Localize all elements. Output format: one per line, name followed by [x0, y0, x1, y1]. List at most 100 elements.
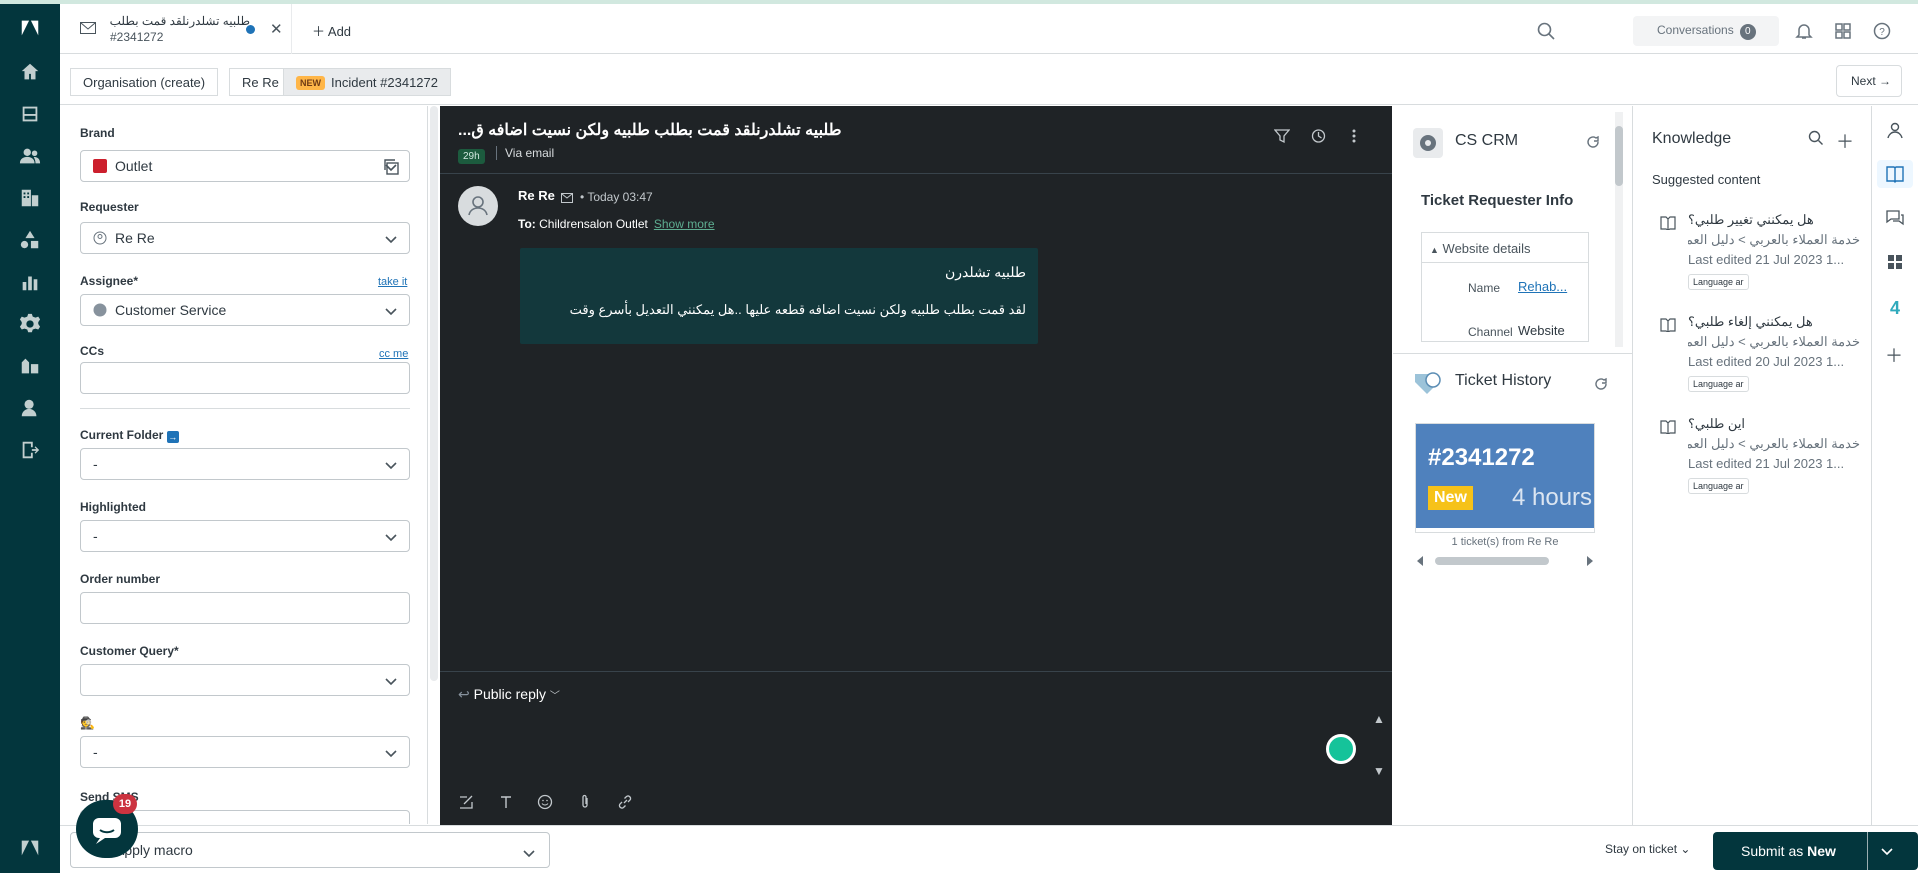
take-it-link[interactable]: take it — [378, 276, 407, 288]
message-line-2: لقد قمت بطلب طلبيه ولكن نسيت اضافه قطعه … — [569, 302, 1026, 317]
integration-4-icon[interactable]: 4 — [1885, 298, 1905, 318]
history-h-scrollbar[interactable] — [1415, 554, 1595, 568]
highlighted-select[interactable]: - — [80, 520, 410, 552]
chevron-down-icon — [385, 745, 397, 761]
refresh-history-icon[interactable] — [1593, 376, 1609, 395]
add-app-icon[interactable]: ＋ — [1885, 342, 1905, 366]
search-icon[interactable] — [1537, 22, 1555, 40]
email-icon — [561, 191, 573, 206]
history-ticket-status: New — [1428, 486, 1473, 510]
chat-icon[interactable] — [1885, 208, 1905, 228]
person-icon — [93, 231, 107, 248]
left-panel-scrollbar[interactable] — [430, 106, 438, 681]
next-button[interactable]: Next → — [1836, 65, 1902, 97]
home-icon[interactable] — [18, 60, 42, 84]
order-number-input[interactable] — [80, 592, 410, 624]
copy-icon[interactable] — [382, 158, 400, 179]
custom-field-select[interactable]: - — [80, 736, 410, 768]
add-tab-button[interactable]: ＋ Add — [312, 21, 351, 40]
ticket-subject: طلبيه تشلدرنلقد قمت بطلب طلبيه ولكن نسيت… — [458, 122, 842, 139]
scroll-down-icon[interactable]: ▼ — [1373, 764, 1385, 778]
submit-options-chevron-icon[interactable] — [1881, 843, 1893, 859]
submit-button[interactable]: Submit as New — [1713, 832, 1918, 870]
breadcrumb-organisation[interactable]: Organisation (create) — [70, 68, 219, 96]
chevron-down-icon — [385, 303, 397, 319]
brand-label: Brand — [80, 126, 115, 140]
show-more-link[interactable]: Show more — [654, 217, 715, 231]
crm-scrollbar[interactable] — [1615, 112, 1623, 347]
breadcrumb-bar: Organisation (create) Re Re NEW Incident … — [60, 55, 1918, 105]
history-footer: 1 ticket(s) from Re Re — [1451, 536, 1559, 548]
customers-icon[interactable] — [18, 144, 42, 168]
refresh-icon[interactable] — [1585, 134, 1601, 153]
bell-icon[interactable] — [1795, 22, 1813, 40]
apps-shapes-icon[interactable] — [18, 228, 42, 252]
reporting-icon[interactable] — [18, 270, 42, 294]
history-ticket-age: 4 hours — [1512, 484, 1593, 511]
scroll-up-icon[interactable]: ▲ — [1373, 712, 1385, 726]
brand-select[interactable]: Outlet — [80, 150, 410, 182]
ticket-properties-panel: Brand Outlet Requester Re Re Assignee* t… — [60, 106, 428, 824]
current-folder-select[interactable]: - — [80, 448, 410, 480]
more-options-icon[interactable] — [1346, 128, 1362, 147]
language-tag: Language ar — [1688, 376, 1749, 392]
article-icon — [1660, 318, 1676, 335]
mail-icon — [80, 22, 96, 37]
zendesk-product-icon[interactable] — [18, 836, 42, 860]
website-details-toggle[interactable]: ▲ Website details — [1422, 233, 1588, 263]
chevron-down-icon: ﹀ — [549, 691, 560, 702]
apps-icon[interactable] — [1885, 252, 1905, 272]
conversation-header: طلبيه تشلدرنلقد قمت بطلب طلبيه ولكن نسيت… — [440, 106, 1392, 174]
zendesk-logo-icon[interactable] — [18, 16, 42, 40]
ccs-input[interactable] — [80, 362, 410, 394]
reply-composer[interactable]: ↩ Public reply ﹀ ▲ ▼ — [440, 671, 1392, 825]
message-timestamp: • Today 03:47 — [580, 190, 653, 204]
products-grid-icon[interactable] — [1834, 22, 1852, 40]
article-icon — [1660, 216, 1676, 233]
filter-icon[interactable] — [1273, 128, 1291, 147]
compose-icon[interactable] — [458, 794, 474, 813]
knowledge-search-icon[interactable] — [1808, 130, 1824, 149]
history-icon[interactable] — [1310, 128, 1326, 147]
assignee-select[interactable]: Customer Service — [80, 294, 410, 326]
help-icon[interactable]: ? — [1873, 22, 1891, 40]
agent-icon[interactable] — [18, 396, 42, 420]
knowledge-icon[interactable] — [1877, 160, 1913, 188]
spy-emoji-icon: 🕵 — [80, 716, 95, 730]
crm-gear-icon — [1413, 128, 1443, 161]
new-status-badge: NEW — [296, 76, 325, 90]
chevron-down-icon — [385, 673, 397, 689]
sender-name[interactable]: Re Re — [518, 188, 555, 203]
close-tab-icon[interactable]: ✕ — [270, 20, 283, 38]
requester-select[interactable]: Re Re — [80, 222, 410, 254]
stay-on-ticket-select[interactable]: Stay on ticket ⌄ — [1605, 842, 1690, 856]
customer-query-select[interactable] — [80, 664, 410, 696]
grammarly-icon[interactable] — [1326, 734, 1356, 764]
chat-unread-badge: 19 — [113, 794, 137, 814]
ticket-tab[interactable]: طلبيه تشلدرنلقد قمت بطلب طلبيه ولكن نسيت… — [60, 4, 292, 54]
tools-icon[interactable] — [18, 354, 42, 378]
emoji-icon[interactable] — [537, 794, 553, 813]
attachment-icon[interactable] — [577, 794, 593, 813]
channel-row: Channel Website — [1468, 323, 1565, 339]
apply-macro-select[interactable]: Apply macro — [70, 832, 550, 868]
assignee-label: Assignee* — [80, 274, 139, 288]
views-icon[interactable] — [18, 102, 42, 126]
nav-rail — [0, 4, 60, 873]
organizations-icon[interactable] — [18, 186, 42, 210]
name-link[interactable]: Rehab... — [1518, 279, 1567, 294]
user-profile-icon[interactable] — [1885, 120, 1905, 140]
knowledge-add-icon[interactable]: ＋ — [1836, 128, 1854, 154]
cc-me-link[interactable]: cc me — [379, 348, 408, 360]
history-ticket-card[interactable]: #2341272 New 4 hours — [1415, 423, 1595, 533]
crm-title: CS CRM — [1455, 132, 1519, 149]
unread-dot — [246, 25, 255, 34]
chevron-down-icon: ⌄ — [1680, 842, 1691, 856]
reply-type-selector[interactable]: ↩ Public reply ﹀ — [458, 686, 560, 703]
text-format-icon[interactable] — [498, 794, 514, 813]
conversations-button[interactable]: Conversations 0 — [1633, 16, 1779, 46]
admin-gear-icon[interactable] — [18, 312, 42, 336]
link-icon[interactable] — [617, 794, 633, 813]
breadcrumb-incident[interactable]: NEW Incident #2341272 — [283, 68, 451, 96]
exit-icon[interactable] — [18, 438, 42, 462]
